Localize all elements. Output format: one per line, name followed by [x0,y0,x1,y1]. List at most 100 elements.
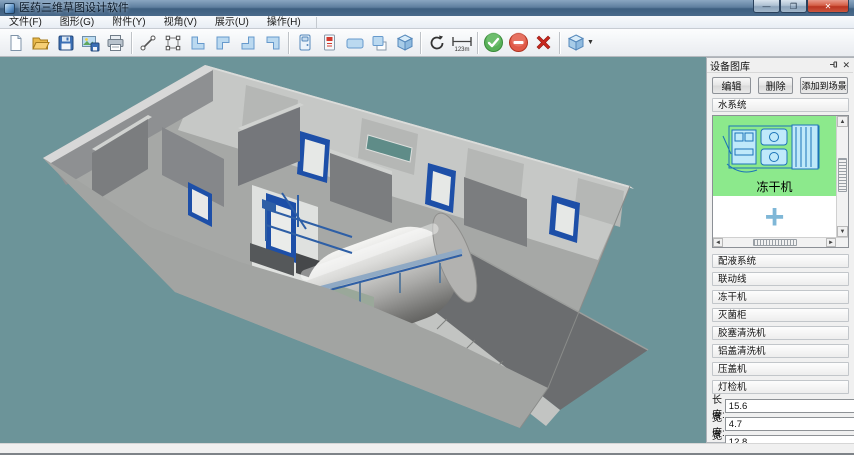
equipment-library-panel: 设备图库 ✕ 编辑 删除 添加到场景 水系统 [706,57,854,443]
wall-corner-3-icon [239,34,257,52]
print-button[interactable] [103,30,128,55]
window-tool-button[interactable] [342,30,367,55]
menu-separator [316,17,317,28]
scroll-left-icon[interactable]: ◄ [713,238,723,247]
line-tool-button[interactable] [135,30,160,55]
panel-button-row: 编辑 删除 添加到场景 [707,75,853,96]
add-to-scene-button[interactable]: 添加到场景 [800,77,848,94]
close-button[interactable]: ✕ [807,0,849,13]
wall-corner-3-button[interactable] [235,30,260,55]
confirm-button[interactable] [481,30,506,55]
rotate-tool-button[interactable] [424,30,449,55]
equipment-gallery: 冻干机 + ▲ ▼ ◄ ► [712,115,849,248]
wall-corner-4-icon [264,34,282,52]
safety-sign-icon [322,33,337,52]
category-lamp-inspector[interactable]: 灯检机 [712,380,849,394]
length-input[interactable] [725,399,854,413]
category-water-system[interactable]: 水系统 [712,98,849,112]
category-freeze-dryer[interactable]: 冻干机 [712,290,849,304]
panel-title: 设备图库 [710,58,825,73]
gallery-vertical-scrollbar[interactable]: ▲ ▼ [836,116,848,237]
door-icon [297,33,313,52]
status-bar [0,443,854,455]
menu-operations[interactable]: 操作(H) [258,16,310,29]
app-icon [4,3,15,14]
delete-button[interactable] [531,30,556,55]
print-icon [106,34,125,52]
scroll-up-icon[interactable]: ▲ [837,116,848,127]
menu-graphics[interactable]: 图形(G) [51,16,103,29]
scroll-right-icon[interactable]: ► [826,238,836,247]
view-mode-cube-button[interactable]: ▼ [563,30,597,55]
gallery-item-selected[interactable]: 冻干机 [713,116,836,196]
menu-display[interactable]: 展示(U) [206,16,258,29]
remove-button[interactable] [506,30,531,55]
wall-corner-1-button[interactable] [185,30,210,55]
panel-close-icon[interactable]: ✕ [842,60,850,70]
export-image-button[interactable] [78,30,103,55]
scroll-down-icon[interactable]: ▼ [837,226,848,237]
minimize-button[interactable]: — [753,0,780,13]
vscroll-thumb[interactable] [838,158,847,192]
title-bar[interactable]: 医药三维草图设计软件 — ❐ ✕ [0,0,854,16]
view-cube-icon [566,33,586,52]
category-liquid-prep[interactable]: 配液系统 [712,254,849,268]
toolbar-separator [477,32,478,54]
window-icon [345,35,365,51]
pin-icon[interactable] [829,60,838,71]
menu-attachments[interactable]: 附件(Y) [103,16,154,29]
svg-text:123m: 123m [454,47,469,53]
toolbar: 123m ▼ [0,29,854,57]
property-row-width: 宽度: [712,416,849,432]
panel-header: 设备图库 ✕ [707,58,853,73]
toolbar-separator [288,32,289,54]
toolbar-separator [131,32,132,54]
edit-button[interactable]: 编辑 [712,77,751,94]
line-tool-icon [139,34,157,52]
gallery-horizontal-scrollbar[interactable]: ◄ ► [713,237,848,247]
category-cap-washer[interactable]: 铝盖清洗机 [712,344,849,358]
confirm-check-icon [483,32,504,53]
category-stopper-washer[interactable]: 胶塞清洗机 [712,326,849,340]
gallery-add-item[interactable]: + [713,196,836,237]
menu-file[interactable]: 文件(F) [0,16,51,29]
cube-tool-button[interactable] [392,30,417,55]
polygon-select-tool-button[interactable] [160,30,185,55]
chevron-down-icon: ▼ [587,39,594,46]
open-folder-icon [31,34,50,52]
scene-3d [0,57,706,443]
wall-corner-4-button[interactable] [260,30,285,55]
new-file-icon [7,34,25,52]
new-file-button[interactable] [3,30,28,55]
viewport-3d[interactable] [0,57,706,443]
wall-corner-2-button[interactable] [210,30,235,55]
category-capping-machine[interactable]: 压盖机 [712,362,849,376]
door-tool-button[interactable] [292,30,317,55]
window-title: 医药三维草图设计软件 [19,0,129,16]
category-sterilizer[interactable]: 灭菌柜 [712,308,849,322]
cube-icon [395,33,415,52]
app-window: 医药三维草图设计软件 — ❐ ✕ 文件(F) 图形(G) 附件(Y) 视角(V)… [0,0,854,455]
delete-item-button[interactable]: 删除 [758,77,793,94]
overlap-rooms-tool-button[interactable] [367,30,392,55]
property-row-length: 长度: [712,398,849,414]
open-file-button[interactable] [28,30,53,55]
menu-view-angle[interactable]: 视角(V) [155,16,206,29]
save-floppy-icon [57,34,75,52]
toolbar-separator [559,32,560,54]
remove-minus-icon [508,32,529,53]
export-image-icon [81,34,101,52]
gallery-item-label: 冻干机 [756,180,792,195]
category-linkage-line[interactable]: 联动线 [712,272,849,286]
measure-tool-button[interactable]: 123m [449,30,474,55]
hscroll-thumb[interactable] [753,239,797,246]
width-input[interactable] [725,417,854,431]
gallery-list: 冻干机 + [713,116,836,237]
wall-corner-1-icon [189,34,207,52]
save-file-button[interactable] [53,30,78,55]
maximize-button[interactable]: ❐ [780,0,807,13]
plus-icon: + [765,200,785,234]
rotate-icon [427,33,447,53]
safety-sign-tool-button[interactable] [317,30,342,55]
freeze-dryer-thumbnail [713,116,836,180]
